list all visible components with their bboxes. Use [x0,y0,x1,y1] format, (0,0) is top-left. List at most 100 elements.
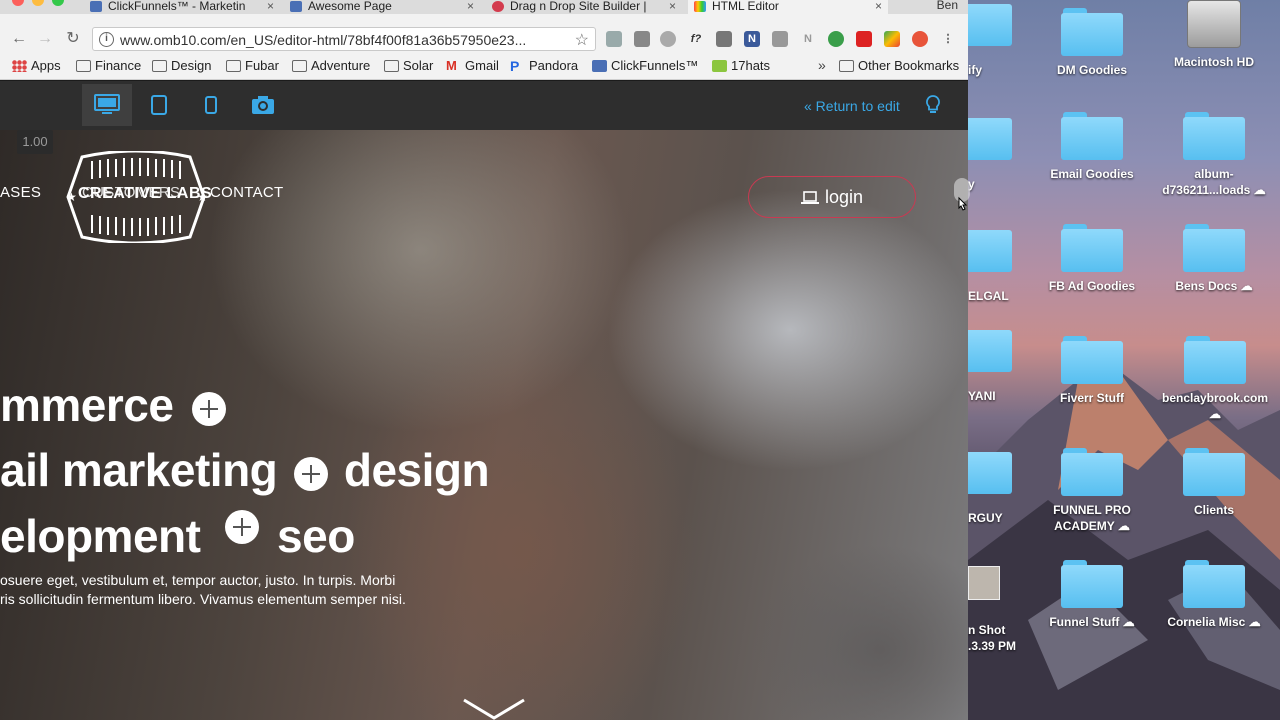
extension-icon[interactable] [716,31,732,47]
extension-icon[interactable] [912,31,928,47]
desktop-folder-album[interactable]: album-d736211...loads ☁ [1159,112,1269,198]
screenshot-button[interactable] [238,84,288,126]
folder-icon [1061,8,1123,56]
desktop-item-partial-6[interactable]: n Shot [968,622,1024,638]
bookmark-solar[interactable]: Solar [384,58,433,74]
login-button[interactable]: login [748,176,916,218]
extension-icon[interactable] [884,31,900,47]
extension-icon[interactable] [828,31,844,47]
bookmark-finance[interactable]: Finance [76,58,141,74]
pandora-icon: P [510,58,520,74]
n-extension-icon[interactable]: N [744,31,760,47]
bookmark-adventure[interactable]: Adventure [292,58,370,74]
forward-arrow-icon[interactable]: → [34,28,56,50]
reload-icon[interactable]: ↻ [62,28,84,50]
n-extension-icon[interactable]: N [800,31,816,47]
desktop-item-partial-2[interactable]: y [968,176,1024,192]
folder-icon[interactable] [968,330,1012,372]
builder-favicon-icon [492,1,504,12]
plus-circle-icon [293,456,328,491]
zoom-window-icon[interactable] [52,0,64,6]
screenshot-thumbnail-icon[interactable] [968,566,1000,600]
mobile-view-button[interactable] [186,84,236,126]
hard-drive-icon [1187,0,1241,48]
folder-icon [1183,224,1245,272]
url-text[interactable]: www.omb10.com/en_US/editor-html/78bf4f00… [120,32,526,48]
bookmark-clickfunnels[interactable]: ClickFunnels™ [592,58,698,74]
address-bar[interactable]: i www.omb10.com/en_US/editor-html/78bf4f… [92,27,596,51]
video-extension-icon[interactable] [856,31,872,47]
scroll-down-chevron-icon[interactable] [462,698,526,720]
headline-line-3: elopment seo [0,510,355,562]
bookmark-pandora[interactable]: P Pandora [510,58,578,74]
nav-link-contact[interactable]: CONTACT [210,184,283,201]
folder-icon[interactable] [968,4,1012,46]
return-to-edit-link[interactable]: « Return to edit [804,98,900,114]
extension-icon[interactable] [606,31,622,47]
desktop-item-partial-3[interactable]: ELGAL [968,288,1024,304]
laptop-icon [800,191,819,204]
menu-kebab-icon[interactable]: ⋮ [940,31,956,47]
back-arrow-icon[interactable]: ← [8,28,30,50]
lightbulb-icon[interactable] [926,95,940,115]
bookmark-17hats[interactable]: 17hats [712,58,770,74]
close-tab-icon[interactable]: × [669,0,676,12]
tab-awesome-page[interactable]: Awesome Page × [284,0,480,14]
profile-name[interactable]: Ben [937,0,958,12]
desktop-folder-fiverr-stuff[interactable]: Fiverr Stuff [1037,336,1147,406]
tablet-view-button[interactable] [134,84,184,126]
extension-icon[interactable] [660,31,676,47]
bookmarks-overflow-chevron[interactable]: » [818,57,826,73]
zoom-level: 1.00 [17,130,53,154]
bookmark-star-icon[interactable]: ☆ [575,30,589,50]
folder-icon [292,60,307,72]
desktop-macintosh-hd[interactable]: Macintosh HD [1159,0,1269,70]
17hats-icon [712,60,727,72]
desktop-folder-cornelia-misc[interactable]: Cornelia Misc ☁ [1159,560,1269,630]
desktop-folder-benclaybrook[interactable]: benclaybrook.com ☁ [1159,336,1271,422]
desktop-folder-bens-docs[interactable]: Bens Docs ☁ [1159,224,1269,294]
plus-circle-icon [224,510,259,544]
bookmark-design[interactable]: Design [152,58,211,74]
bookmark-other-bookmarks[interactable]: Other Bookmarks [839,58,959,74]
tab-clickfunnels[interactable]: ClickFunnels™ - Marketin × [84,0,280,14]
folder-icon [384,60,399,72]
folder-icon[interactable] [968,452,1012,494]
minimize-window-icon[interactable] [32,0,44,6]
nav-link-cases[interactable]: ASES [0,184,41,201]
svg-text:★: ★ [66,190,77,204]
tab-html-editor[interactable]: HTML Editor × [688,0,888,14]
folder-icon [1061,448,1123,496]
desktop-folder-clients[interactable]: Clients [1159,448,1269,518]
bookmark-fubar[interactable]: Fubar [226,58,279,74]
info-icon[interactable]: i [99,32,114,47]
desktop-item-partial-4[interactable]: YANI [968,388,1024,404]
bookmark-apps[interactable]: Apps [12,58,61,74]
desktop: ify y ELGAL YANI RGUY n Shot .3.39 PM DM… [968,0,1280,720]
desktop-item-partial-1[interactable]: ify [968,62,1024,78]
desktop-folder-funnel-stuff[interactable]: Funnel Stuff ☁ [1037,560,1147,630]
font-finder-extension-icon[interactable]: f? [688,31,704,47]
folder-icon[interactable] [968,118,1012,160]
desktop-folder-fb-ad-goodies[interactable]: FB Ad Goodies [1037,224,1147,294]
desktop-folder-email-goodies[interactable]: Email Goodies [1037,112,1147,182]
tab-drag-n-drop[interactable]: Drag n Drop Site Builder | × [486,0,682,14]
close-tab-icon[interactable]: × [875,0,882,12]
tablet-icon [151,95,167,115]
eyedropper-extension-icon[interactable] [634,31,650,47]
close-tab-icon[interactable]: × [267,0,274,12]
tab-strip-bottom [0,14,968,24]
bookmark-gmail[interactable]: M Gmail [446,58,499,74]
desktop-view-button[interactable] [82,84,132,126]
code-extension-icon[interactable] [772,31,788,47]
close-tab-icon[interactable]: × [467,0,474,12]
desktop-folder-funnel-pro-academy[interactable]: FUNNEL PRO ACADEMY ☁ [1037,448,1147,534]
desktop-item-partial-5[interactable]: RGUY [968,510,1024,526]
nav-link-customers[interactable]: CUSTOMERS [82,184,180,201]
close-window-icon[interactable] [12,0,24,6]
folder-icon [1061,224,1123,272]
bookmarks-bar: Apps Finance Design Fubar Adventure Sola… [0,54,968,80]
folder-icon[interactable] [968,230,1012,272]
browser-toolbar: ← → ↻ i www.omb10.com/en_US/editor-html/… [0,24,968,54]
desktop-folder-dm-goodies[interactable]: DM Goodies [1037,8,1147,78]
